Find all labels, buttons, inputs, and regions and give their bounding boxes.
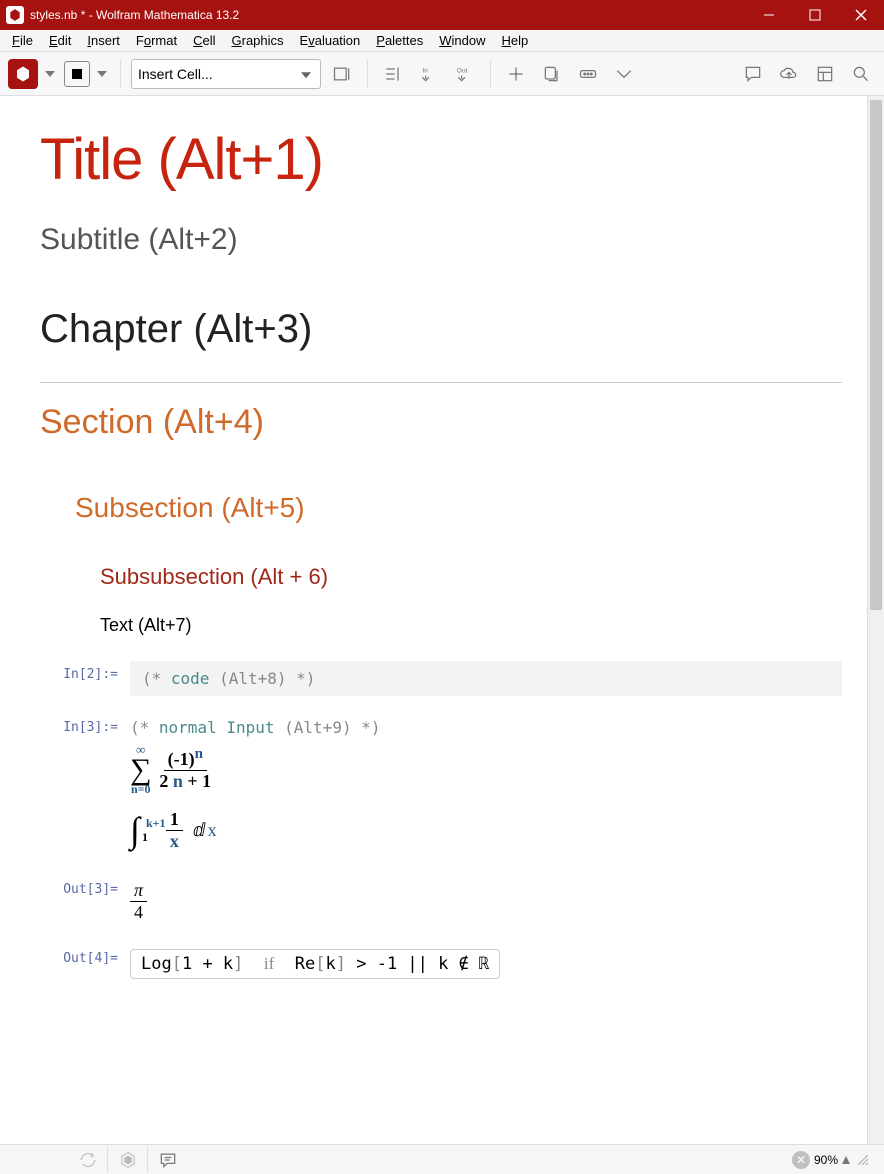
- zoom-up-icon[interactable]: [842, 1156, 850, 1164]
- sum-symbol: ∑: [130, 756, 151, 783]
- svg-text:In: In: [422, 67, 428, 74]
- subsection-cell[interactable]: Subsection (Alt+5): [75, 492, 822, 524]
- menu-evaluation[interactable]: Evaluation: [292, 33, 369, 48]
- scroll-thumb[interactable]: [870, 100, 882, 610]
- menu-help[interactable]: Help: [494, 33, 537, 48]
- title-bar: styles.nb * - Wolfram Mathematica 13.2: [0, 0, 884, 30]
- toolbar: Insert Cell... In Out: [0, 52, 884, 96]
- out4-label: Out[4]=: [40, 945, 130, 966]
- menu-window[interactable]: Window: [431, 33, 493, 48]
- close-button[interactable]: [838, 0, 884, 30]
- out3-label: Out[3]=: [40, 876, 130, 897]
- kernel-button[interactable]: [8, 59, 38, 89]
- abort-button[interactable]: [64, 61, 90, 87]
- convert-in-button[interactable]: In: [414, 59, 444, 89]
- menu-insert[interactable]: Insert: [79, 33, 128, 48]
- menu-cell[interactable]: Cell: [185, 33, 223, 48]
- code-cell[interactable]: (* code (Alt+8) *): [130, 661, 842, 696]
- copy-as-button[interactable]: [537, 59, 567, 89]
- menu-format[interactable]: Format: [128, 33, 185, 48]
- subtitle-cell[interactable]: Subtitle (Alt+2): [40, 223, 822, 257]
- update-icon[interactable]: [68, 1147, 108, 1173]
- in2-label: In[2]:=: [40, 661, 130, 682]
- subsubsection-cell[interactable]: Subsubsection (Alt + 6): [100, 564, 822, 590]
- chapter-cell[interactable]: Chapter (Alt+3): [40, 307, 822, 352]
- window-title: styles.nb * - Wolfram Mathematica 13.2: [30, 8, 746, 22]
- menu-graphics[interactable]: Graphics: [224, 33, 292, 48]
- menu-bar: File Edit Insert Format Cell Graphics Ev…: [0, 30, 884, 52]
- integral-symbol: ∫: [130, 818, 140, 843]
- search-button[interactable]: [846, 59, 876, 89]
- section-cell[interactable]: Section (Alt+4): [40, 403, 822, 442]
- menu-file[interactable]: File: [4, 33, 41, 48]
- out3-cell[interactable]: π 4: [130, 876, 842, 927]
- menu-edit[interactable]: Edit: [41, 33, 79, 48]
- abort-dropdown[interactable]: [94, 71, 110, 77]
- convert-out-button[interactable]: Out: [450, 59, 480, 89]
- in3-label: In[3]:=: [40, 714, 130, 735]
- extend-selection-button[interactable]: [378, 59, 408, 89]
- cloud-button[interactable]: [774, 59, 804, 89]
- svg-text:Out: Out: [457, 67, 468, 74]
- zoom-level[interactable]: 90%: [814, 1153, 838, 1167]
- iconize-button[interactable]: [501, 59, 531, 89]
- input-cell[interactable]: (* normal Input (Alt+9) *) ∞ ∑ n=0 (-1)n…: [130, 714, 842, 856]
- collapse-button[interactable]: [609, 59, 639, 89]
- messages-icon[interactable]: [148, 1147, 188, 1173]
- status-bar: ✕ 90%: [0, 1144, 884, 1174]
- minimize-button[interactable]: [746, 0, 792, 30]
- resize-grip-icon[interactable]: [858, 1155, 868, 1165]
- chat-button[interactable]: [738, 59, 768, 89]
- status-close-icon[interactable]: ✕: [792, 1151, 810, 1169]
- kernel-status-icon[interactable]: [108, 1147, 148, 1173]
- title-cell[interactable]: Title (Alt+1): [40, 126, 822, 193]
- doc-center-button[interactable]: [810, 59, 840, 89]
- cell-style-button[interactable]: [327, 59, 357, 89]
- vertical-scrollbar[interactable]: [867, 96, 884, 1144]
- more-button[interactable]: [573, 59, 603, 89]
- menu-palettes[interactable]: Palettes: [368, 33, 431, 48]
- out4-cell[interactable]: Log[1 + k] if Re[k] > -1 || k ∉ ℝ: [130, 945, 842, 983]
- notebook[interactable]: Title (Alt+1) Subtitle (Alt+2) Chapter (…: [0, 96, 867, 1144]
- maximize-button[interactable]: [792, 0, 838, 30]
- kernel-dropdown[interactable]: [42, 71, 58, 77]
- insert-cell-dropdown[interactable]: Insert Cell...: [131, 59, 321, 89]
- app-icon: [6, 6, 24, 24]
- text-cell[interactable]: Text (Alt+7): [100, 615, 822, 636]
- section-rule: [40, 382, 842, 383]
